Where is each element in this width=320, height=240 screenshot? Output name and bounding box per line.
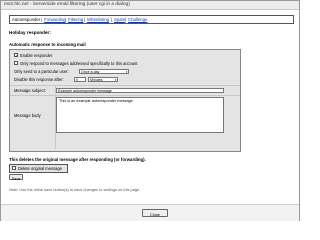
autoresponder-panel: Enable responder Only respond to message… [9,49,241,152]
dialog-footer: Close [1,204,299,221]
save-button-label: Save [11,175,21,181]
message-body-value: This is an example autoresponder message… [59,99,134,103]
only-specific-row: Only respond to messages addressed speci… [12,60,238,67]
disable-after-unit-select[interactable]: Minutes ▾ [88,77,118,82]
send-once-label: Only send to a particular user: [14,69,69,75]
disable-after-value: 0 [76,78,78,83]
subject-input[interactable]: Example autoresponder message [56,88,224,93]
body-row: Message body This is an example autoresp… [12,97,238,133]
disable-after-row: Disable this response after: 0 Minutes ▾ [12,76,238,83]
tab-separator: | [84,16,86,22]
enable-checkbox[interactable] [14,53,19,58]
page-heading: Holiday responder: [9,30,51,35]
enable-row: Enable responder [12,52,238,59]
tab-bar: Autoresponder | Forwarding | Filtering |… [9,15,294,24]
disable-after-label: Disable this response after: [14,77,64,83]
window-title: mx2.hlc.net - Serverside email filtering… [4,2,130,7]
tab-autoresponder[interactable]: Autoresponder [12,17,40,22]
tab-separator: | [111,16,113,22]
tab-whitelisting[interactable]: Whitelisting [87,17,109,22]
delete-original-checkbox[interactable] [12,166,16,171]
divider [10,95,240,96]
dialog-window: mx2.hlc.net - Serverside email filtering… [0,0,300,221]
tab-separator: | [65,16,67,22]
body-label: Message body [14,113,41,118]
save-button[interactable]: Save [9,174,23,181]
send-once-value: Once a day [81,70,100,75]
tab-separator: | [125,16,127,22]
delete-original-label: Delete original message [18,166,62,172]
chevron-down-icon: ▾ [125,69,128,74]
subject-label: Message subject: [14,88,46,94]
section-title: Automatic response to incoming mail [9,42,86,47]
tab-challenge[interactable]: Challenge [128,17,147,22]
info-note: Note: Use the inline save button(s) to s… [9,187,141,192]
tab-forwarding[interactable]: Forwarding [44,17,66,22]
title-bar: mx2.hlc.net - Serverside email filtering… [1,1,299,10]
disable-after-unit: Minutes [90,78,103,83]
tab-filtering[interactable]: Filtering [68,17,83,22]
close-button-label: Close [150,211,160,217]
send-once-select[interactable]: Once a day ▾ [79,69,129,74]
only-specific-label: Only respond to messages addressed speci… [20,61,138,67]
tab-separator: | [41,16,43,22]
chevron-down-icon: ▾ [114,77,117,82]
subject-value: Example autoresponder message [58,89,112,94]
divider [10,85,240,86]
tab-spam[interactable]: Spam [114,17,125,22]
enable-label: Enable responder [20,53,53,59]
delete-note: This deletes the original message after … [9,157,146,162]
delete-original-box: Delete original message [9,164,68,173]
close-button[interactable]: Close [142,209,168,217]
subject-row: Message subject: Example autoresponder m… [12,87,238,94]
only-specific-checkbox[interactable] [14,61,18,66]
message-body-textarea[interactable]: This is an example autoresponder message… [56,97,224,133]
send-once-row: Only send to a particular user: Once a d… [12,68,238,75]
disable-after-input[interactable]: 0 [74,77,86,82]
